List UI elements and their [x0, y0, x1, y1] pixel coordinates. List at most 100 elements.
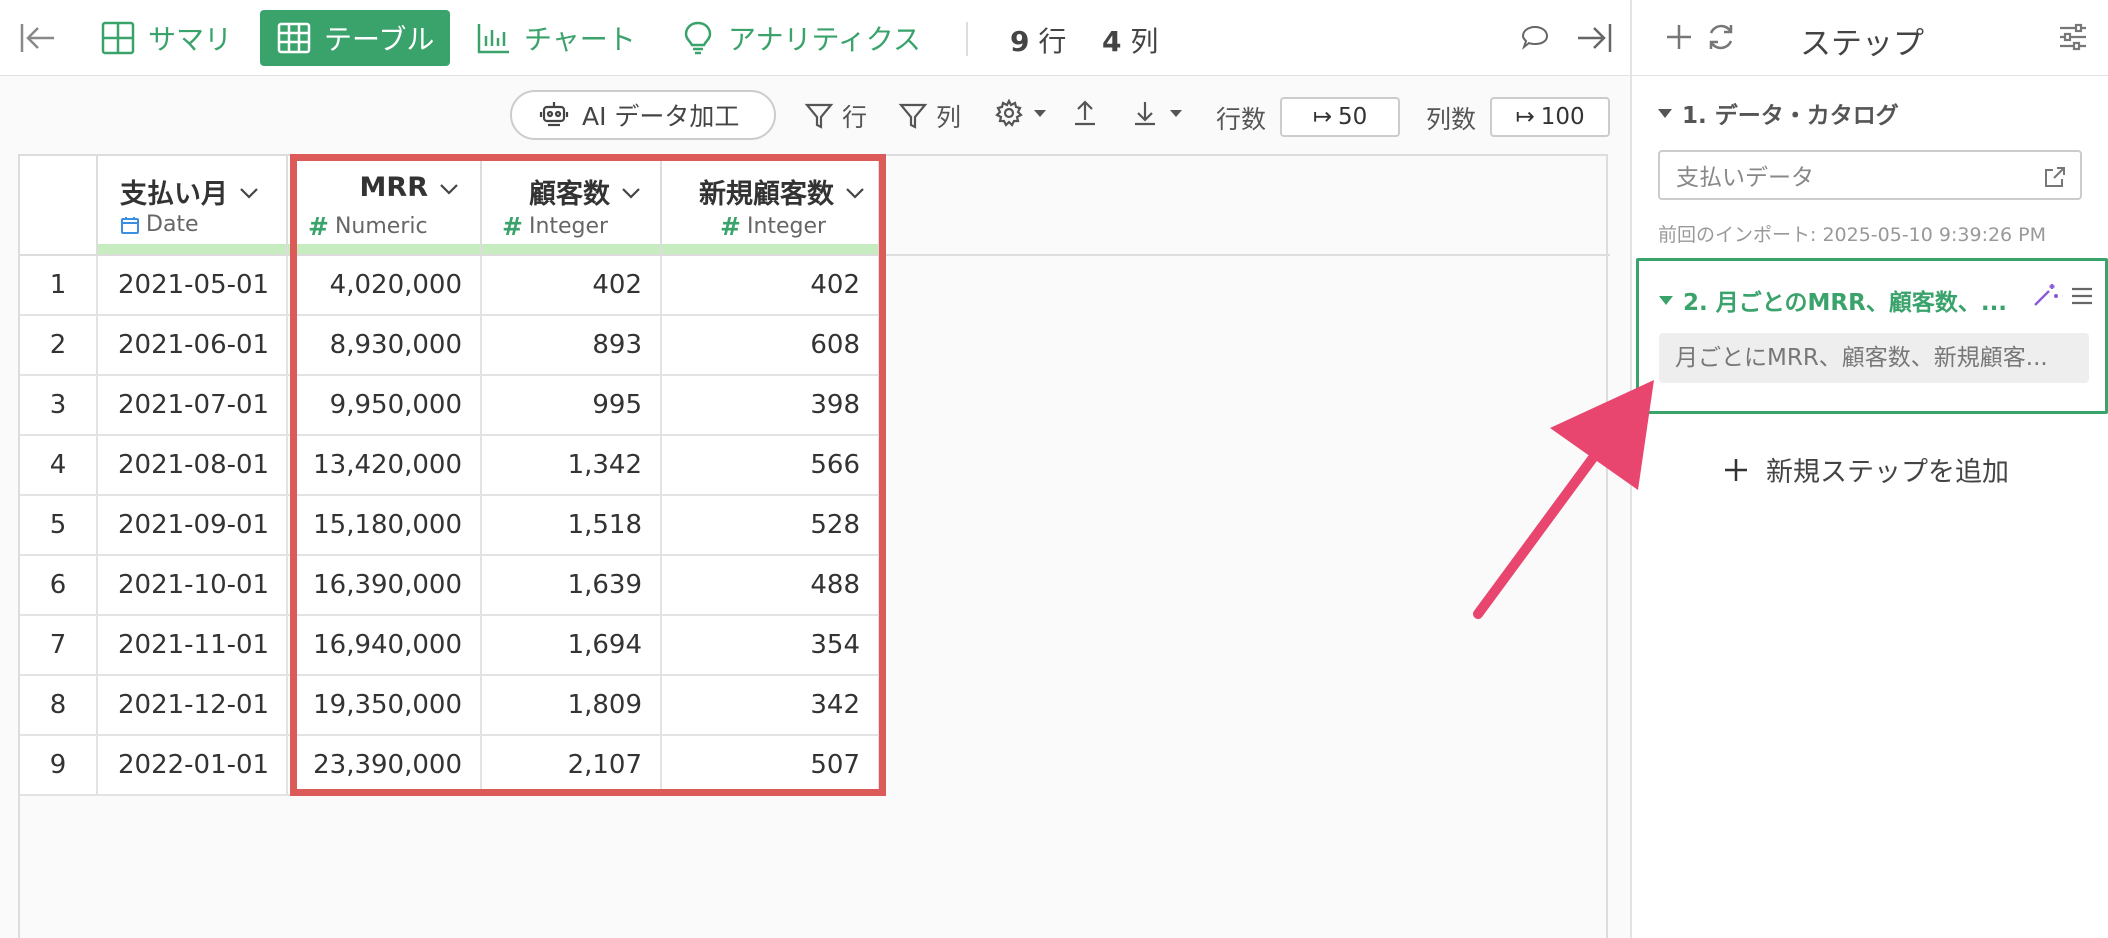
row-count-value: 9 [1010, 25, 1030, 58]
row-index: 2 [20, 316, 98, 374]
caret-down-icon [1170, 110, 1182, 117]
caret-down-icon [1034, 110, 1046, 117]
cell-new-customers[interactable]: 488 [662, 556, 880, 614]
data-source-name: 支払いデータ [1676, 165, 1814, 191]
numeric-type-icon: # [308, 212, 329, 241]
filter-icon [804, 103, 834, 129]
cell-mrr[interactable]: 15,180,000 [288, 496, 482, 554]
row-index: 8 [20, 676, 98, 734]
table-row: 3 2021-07-01 9,950,000 995 398 [20, 376, 880, 436]
table-row: 5 2021-09-01 15,180,000 1,518 528 [20, 496, 880, 556]
chevron-down-icon[interactable] [844, 181, 866, 203]
cell-payment-month[interactable]: 2021-08-01 [98, 436, 288, 494]
cell-new-customers[interactable]: 398 [662, 376, 880, 434]
cell-new-customers[interactable]: 342 [662, 676, 880, 734]
row-filter-button[interactable]: 行 [804, 98, 867, 134]
cell-new-customers[interactable]: 402 [662, 256, 880, 314]
column-header-payment-month[interactable]: 支払い月 Date [98, 156, 288, 256]
cell-new-customers[interactable]: 566 [662, 436, 880, 494]
tab-table[interactable]: テーブル [260, 10, 451, 66]
tab-analytics[interactable]: アナリティクス [664, 10, 937, 66]
chevron-down-icon[interactable] [438, 177, 460, 199]
cell-customers[interactable]: 1,518 [482, 496, 662, 554]
cell-payment-month[interactable]: 2021-07-01 [98, 376, 288, 434]
columns-limit-value: 100 [1540, 104, 1585, 130]
magic-wand-icon[interactable] [2031, 281, 2059, 309]
lightbulb-icon [684, 21, 712, 55]
row-index: 4 [20, 436, 98, 494]
cell-customers[interactable]: 1,342 [482, 436, 662, 494]
column-filter-label: 列 [936, 103, 962, 132]
cell-customers[interactable]: 402 [482, 256, 662, 314]
column-name: 支払い月 [120, 179, 228, 210]
table-row: 8 2021-12-01 19,350,000 1,809 342 [20, 676, 880, 736]
cell-customers[interactable]: 893 [482, 316, 662, 374]
caret-down-icon [1658, 108, 1672, 118]
download-dropdown[interactable] [1130, 98, 1184, 128]
upload-button[interactable] [1070, 98, 1100, 128]
table-row: 6 2021-10-01 16,390,000 1,639 488 [20, 556, 880, 616]
column-header-new-customers[interactable]: 新規顧客数 # Integer [662, 156, 880, 256]
cell-payment-month[interactable]: 2022-01-01 [98, 736, 288, 794]
ai-data-processing-button[interactable]: AI データ加工 [510, 90, 776, 140]
cell-mrr[interactable]: 8,930,000 [288, 316, 482, 374]
cell-mrr[interactable]: 4,020,000 [288, 256, 482, 314]
column-type: Integer [746, 214, 827, 239]
cell-new-customers[interactable]: 354 [662, 616, 880, 674]
chevron-down-icon[interactable] [620, 181, 642, 203]
add-step-button[interactable]: 新規ステップを追加 [1722, 450, 2009, 489]
collapse-left-icon[interactable] [18, 18, 58, 58]
cell-customers[interactable]: 1,639 [482, 556, 662, 614]
row-count: 9 行 [1010, 20, 1066, 60]
table-icon [277, 22, 311, 54]
rows-limit-value: 50 [1338, 104, 1368, 130]
cell-mrr[interactable]: 16,390,000 [288, 556, 482, 614]
cell-payment-month[interactable]: 2021-11-01 [98, 616, 288, 674]
cell-mrr[interactable]: 13,420,000 [288, 436, 482, 494]
cell-payment-month[interactable]: 2021-09-01 [98, 496, 288, 554]
chevron-down-icon[interactable] [238, 181, 260, 203]
expand-right-icon[interactable] [1574, 18, 1614, 58]
step-2-card[interactable]: 2. 月ごとのMRR、顧客数、... 月ごとにMRR、顧客数、新規顧客... [1636, 258, 2108, 414]
cell-mrr[interactable]: 16,940,000 [288, 616, 482, 674]
cell-customers[interactable]: 2,107 [482, 736, 662, 794]
cell-payment-month[interactable]: 2021-10-01 [98, 556, 288, 614]
cell-customers[interactable]: 995 [482, 376, 662, 434]
sliders-icon[interactable] [2056, 20, 2090, 54]
tab-summary[interactable]: サマリ [84, 10, 248, 66]
cell-mrr[interactable]: 9,950,000 [288, 376, 482, 434]
comment-icon[interactable] [1520, 22, 1550, 52]
steps-panel-header: ステップ [1632, 0, 2108, 76]
hamburger-menu-icon[interactable] [2069, 283, 2095, 309]
step-2-description[interactable]: 月ごとにMRR、顧客数、新規顧客... [1659, 333, 2089, 383]
cell-payment-month[interactable]: 2021-12-01 [98, 676, 288, 734]
cell-customers[interactable]: 1,694 [482, 616, 662, 674]
toolbar-divider [966, 22, 968, 56]
data-source-field[interactable]: 支払いデータ [1658, 150, 2082, 200]
table-row: 1 2021-05-01 4,020,000 402 402 [20, 256, 880, 316]
cell-new-customers[interactable]: 507 [662, 736, 880, 794]
columns-limit-input[interactable]: ↦ 100 [1490, 97, 1610, 137]
settings-dropdown[interactable] [994, 98, 1048, 128]
plus-icon[interactable] [1662, 20, 1696, 54]
cell-new-customers[interactable]: 528 [662, 496, 880, 554]
column-name: MRR [359, 172, 428, 203]
column-header-customers[interactable]: 顧客数 # Integer [482, 156, 662, 256]
rows-limit-input[interactable]: ↦ 50 [1280, 97, 1400, 137]
cell-payment-month[interactable]: 2021-06-01 [98, 316, 288, 374]
cell-mrr[interactable]: 19,350,000 [288, 676, 482, 734]
step-1-header[interactable]: 1. データ・カタログ [1658, 96, 1899, 130]
row-filter-label: 行 [842, 103, 868, 132]
refresh-icon[interactable] [1704, 20, 1738, 54]
gear-icon [995, 98, 1023, 127]
tab-chart[interactable]: チャート [460, 10, 652, 66]
external-link-icon[interactable] [2042, 164, 2068, 190]
cell-customers[interactable]: 1,809 [482, 676, 662, 734]
cell-new-customers[interactable]: 608 [662, 316, 880, 374]
steps-panel: ステップ 1. データ・カタログ 支払いデータ 前回のインポート: 2025-0… [1630, 0, 2108, 938]
table-row: 4 2021-08-01 13,420,000 1,342 566 [20, 436, 880, 496]
column-filter-button[interactable]: 列 [898, 98, 961, 134]
cell-mrr[interactable]: 23,390,000 [288, 736, 482, 794]
cell-payment-month[interactable]: 2021-05-01 [98, 256, 288, 314]
column-header-mrr[interactable]: MRR # Numeric [288, 156, 482, 256]
